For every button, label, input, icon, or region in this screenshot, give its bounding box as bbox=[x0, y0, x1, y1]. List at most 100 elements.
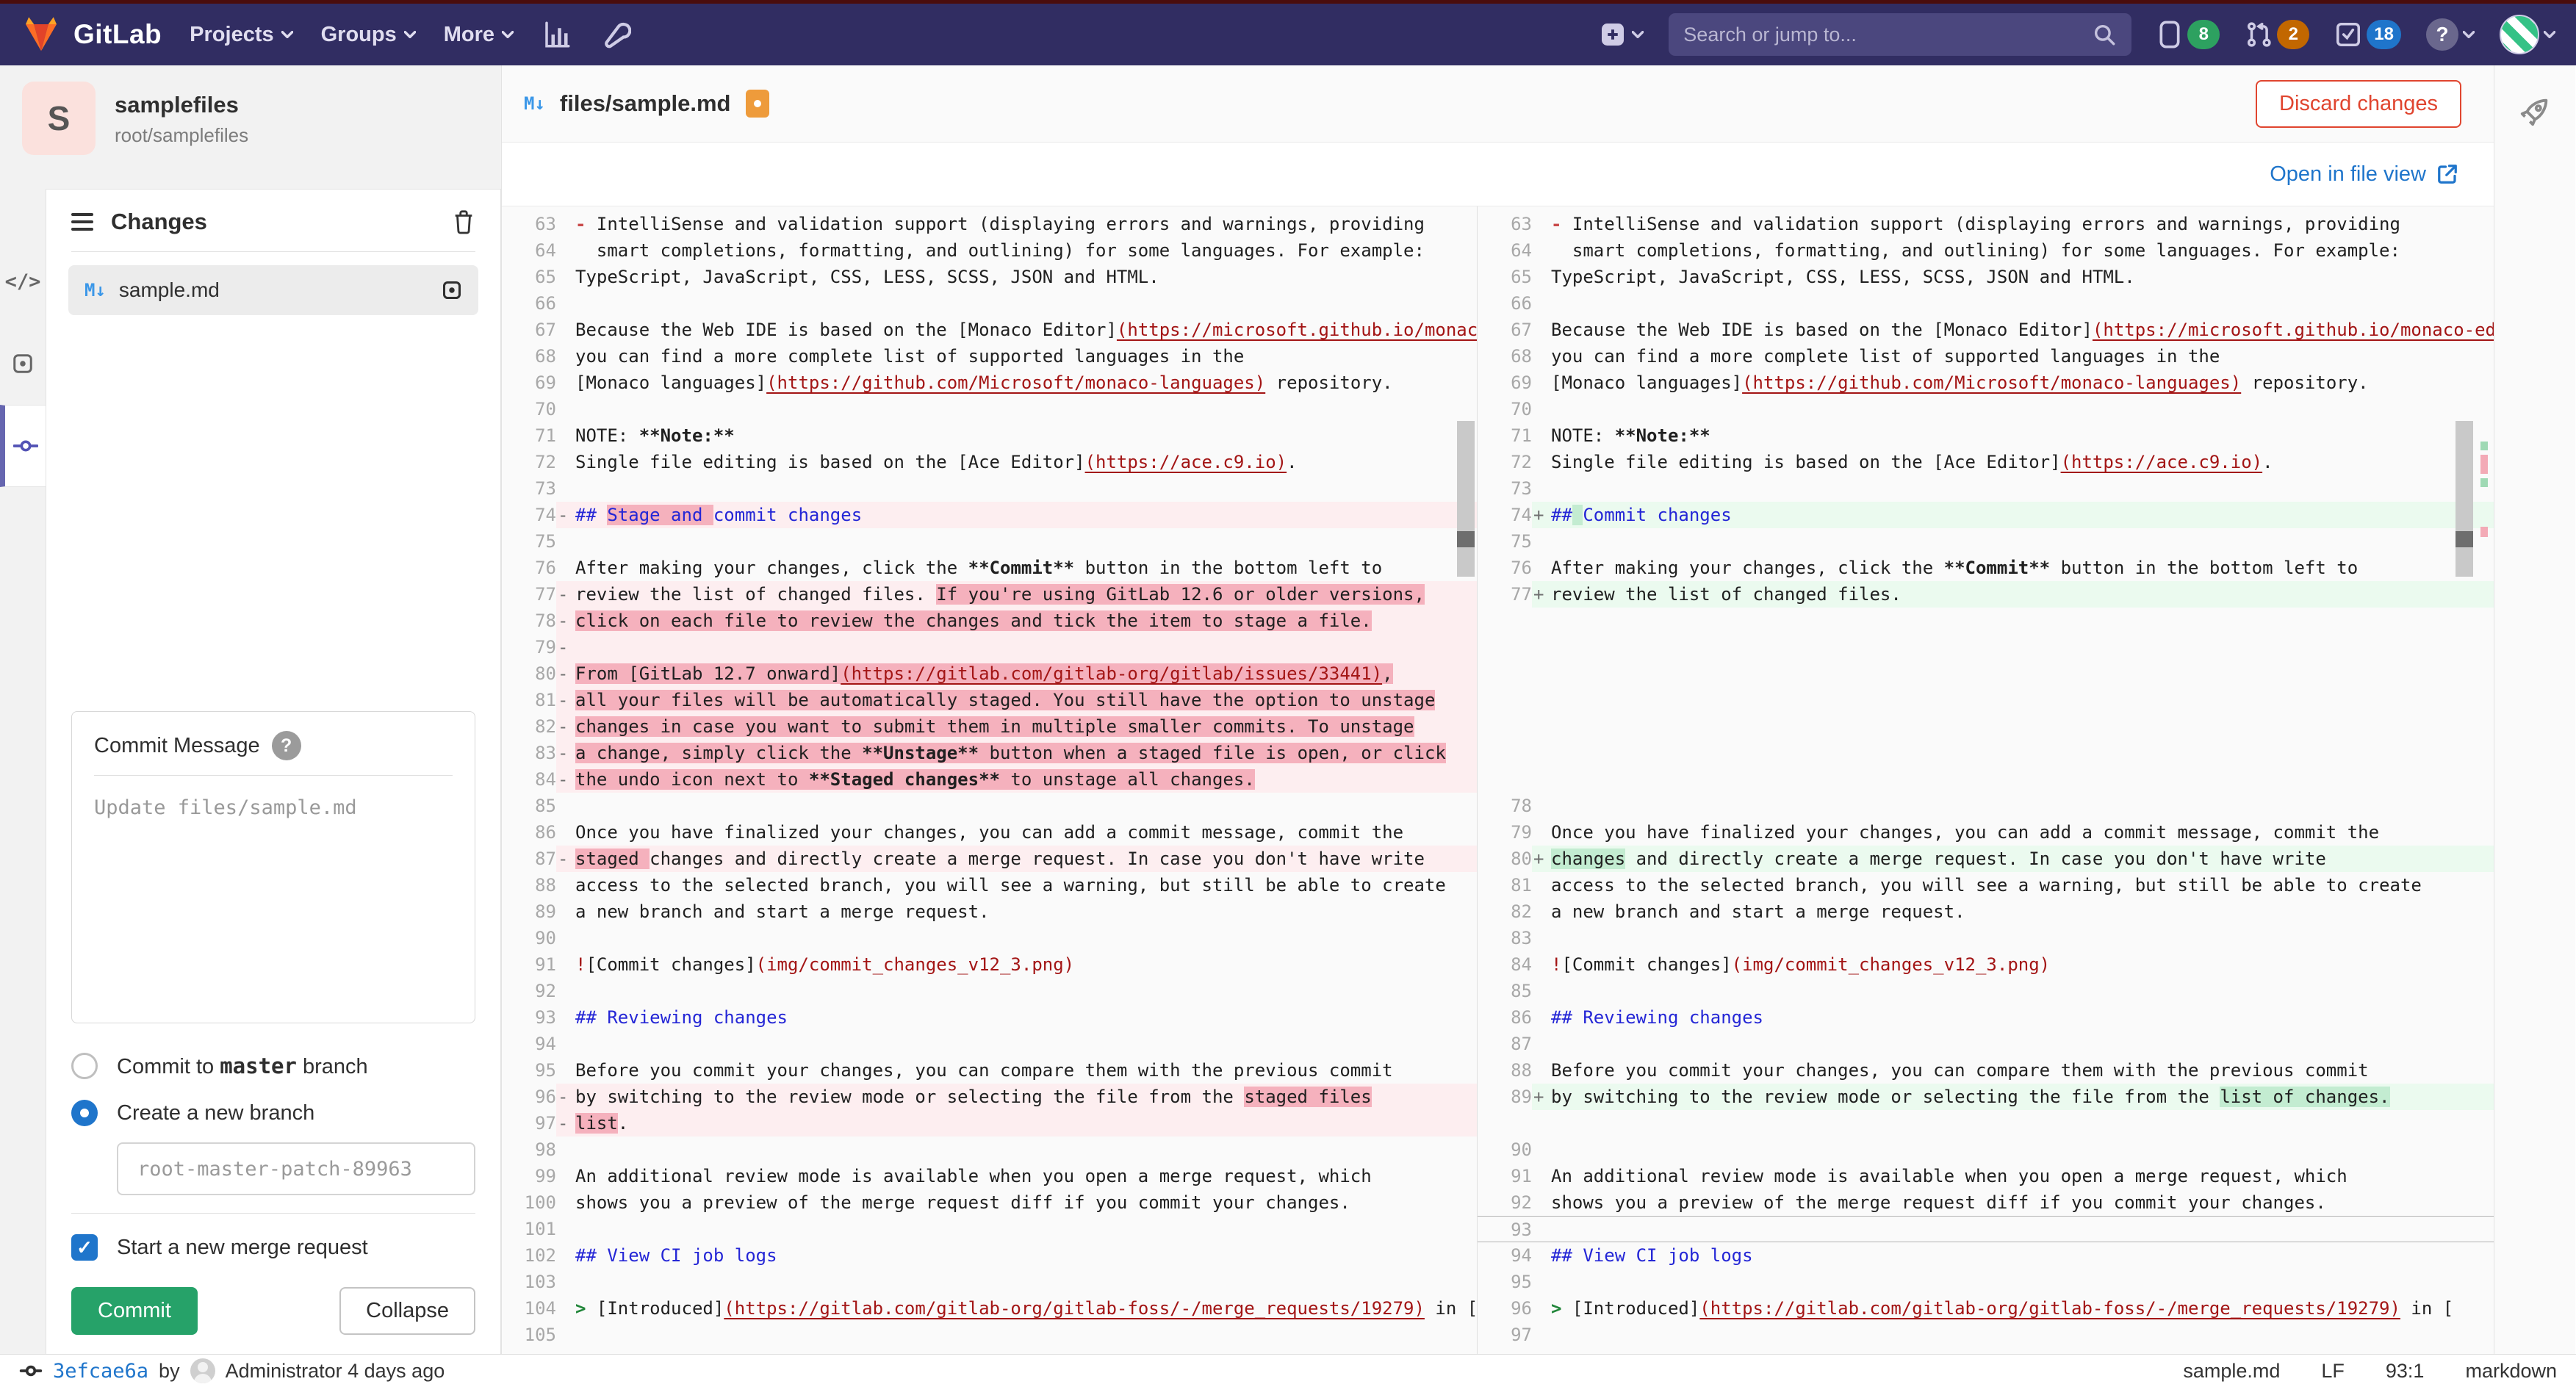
left-pane-scrollbar[interactable] bbox=[1457, 421, 1475, 577]
nav-more[interactable]: More bbox=[444, 23, 514, 47]
admin-wrench-icon[interactable] bbox=[600, 19, 631, 50]
search-input[interactable] bbox=[1683, 24, 2092, 46]
diff-row-modified bbox=[1478, 660, 2494, 687]
discard-all-trash-icon[interactable] bbox=[452, 209, 475, 234]
commit-help-icon[interactable]: ? bbox=[272, 731, 301, 760]
line-number: 79 bbox=[502, 634, 556, 660]
help-menu[interactable]: ? bbox=[2426, 18, 2475, 51]
line-number: 95 bbox=[1478, 1269, 1532, 1295]
status-language[interactable]: markdown bbox=[2465, 1360, 2557, 1383]
diff-row-original: 64 smart completions, formatting, and ou… bbox=[502, 237, 1477, 264]
nav-projects[interactable]: Projects bbox=[190, 23, 292, 47]
diff-row-original: 78-click on each file to review the chan… bbox=[502, 608, 1477, 634]
line-number: 71 bbox=[1478, 422, 1532, 449]
right-pane-scrollbar[interactable] bbox=[2456, 421, 2473, 577]
line-number: 90 bbox=[1478, 1136, 1532, 1163]
diff-row-original: 98 bbox=[502, 1136, 1477, 1163]
checkbox-checked-icon[interactable]: ✓ bbox=[71, 1234, 98, 1261]
todos-shortcut[interactable]: 18 bbox=[2334, 20, 2401, 49]
plus-square-icon bbox=[1600, 21, 1626, 48]
diff-row-original: 72Single file editing is based on the [A… bbox=[502, 449, 1477, 475]
line-number bbox=[1478, 713, 1532, 740]
commit-button[interactable]: Commit bbox=[71, 1287, 198, 1335]
commit-icon bbox=[13, 433, 38, 458]
diff-row-modified: 85 bbox=[1478, 978, 2494, 1004]
global-search[interactable] bbox=[1669, 13, 2131, 56]
search-icon bbox=[2092, 22, 2117, 47]
line-number: 69 bbox=[1478, 370, 1532, 396]
changes-panel: Changes M↓ sample.md bbox=[46, 189, 501, 1354]
line-number: 104 bbox=[502, 1295, 556, 1322]
commit-message-input[interactable]: Update files/sample.md bbox=[72, 776, 475, 840]
merge-requests-count-badge: 2 bbox=[2277, 20, 2309, 49]
rail-commit-mode[interactable] bbox=[0, 405, 46, 487]
line-number: 94 bbox=[1478, 1242, 1532, 1269]
new-branch-name-input[interactable]: root-master-patch-89963 bbox=[117, 1142, 475, 1195]
chevron-down-icon bbox=[2544, 31, 2555, 38]
user-menu[interactable] bbox=[2500, 15, 2555, 54]
analytics-chart-icon[interactable] bbox=[542, 19, 572, 50]
radio-selected-icon[interactable] bbox=[71, 1100, 98, 1126]
rail-review-mode[interactable] bbox=[0, 323, 46, 405]
line-number: 91 bbox=[1478, 1163, 1532, 1189]
line-number: 97 bbox=[1478, 1322, 1532, 1348]
nav-groups[interactable]: Groups bbox=[321, 23, 416, 47]
latest-commit-sha-link[interactable]: 3efcae6a bbox=[53, 1360, 148, 1383]
line-number bbox=[1478, 634, 1532, 660]
line-number: 82 bbox=[502, 713, 556, 740]
commit-to-master-option[interactable]: Commit to master branch bbox=[46, 1042, 500, 1089]
status-cursor-position[interactable]: 93:1 bbox=[2386, 1360, 2425, 1383]
line-number: 75 bbox=[502, 528, 556, 555]
line-number: 74 bbox=[502, 502, 556, 528]
collapse-button[interactable]: Collapse bbox=[339, 1287, 475, 1335]
line-number: 72 bbox=[1478, 449, 1532, 475]
line-number: 86 bbox=[502, 819, 556, 846]
diff-row-original: 84-the undo icon next to **Staged change… bbox=[502, 766, 1477, 793]
line-number: 83 bbox=[502, 740, 556, 766]
project-avatar[interactable]: S bbox=[22, 82, 96, 155]
line-number: 96 bbox=[502, 1084, 556, 1110]
create-new-branch-option[interactable]: Create a new branch bbox=[46, 1089, 500, 1136]
open-in-file-view-link[interactable]: Open in file view bbox=[2270, 162, 2426, 187]
line-number bbox=[1478, 740, 1532, 766]
chevron-down-icon bbox=[404, 31, 416, 38]
line-number: 76 bbox=[502, 555, 556, 581]
status-eol[interactable]: LF bbox=[2321, 1360, 2345, 1383]
diff-row-modified: 81access to the selected branch, you wil… bbox=[1478, 872, 2494, 898]
external-link-icon[interactable] bbox=[2436, 163, 2458, 185]
panel-menu-icon[interactable] bbox=[71, 213, 93, 231]
diff-row-modified: 67Because the Web IDE is based on the [M… bbox=[1478, 317, 2494, 343]
diff-row-original: 101 bbox=[502, 1216, 1477, 1242]
diff-row-original: 69[Monaco languages](https://github.com/… bbox=[502, 370, 1477, 396]
issues-shortcut[interactable]: 8 bbox=[2156, 20, 2220, 49]
merge-requests-shortcut[interactable]: 2 bbox=[2245, 20, 2309, 49]
line-number bbox=[1478, 1110, 1532, 1136]
discard-changes-button[interactable]: Discard changes bbox=[2256, 80, 2461, 128]
rail-edit-mode[interactable]: </> bbox=[0, 240, 46, 323]
project-path: root/samplefiles bbox=[115, 118, 248, 147]
commit-author-line: Administrator 4 days ago bbox=[226, 1360, 445, 1383]
diff-row-original: 86Once you have finalized your changes, … bbox=[502, 819, 1477, 846]
diff-row-modified: 92shows you a preview of the merge reque… bbox=[1478, 1189, 2494, 1216]
radio-unselected-icon[interactable] bbox=[71, 1053, 98, 1079]
diff-row-original: 99An additional review mode is available… bbox=[502, 1163, 1477, 1189]
status-file-name[interactable]: sample.md bbox=[2183, 1360, 2280, 1383]
diff-row-original: 103 bbox=[502, 1269, 1477, 1295]
gitlab-logo-icon bbox=[21, 15, 62, 54]
line-number: 102 bbox=[502, 1242, 556, 1269]
diff-row-original: 63- IntelliSense and validation support … bbox=[502, 211, 1477, 237]
chevron-down-icon bbox=[502, 31, 514, 38]
line-number: 68 bbox=[1478, 343, 1532, 370]
commit-message-box: Commit Message ? Update files/sample.md bbox=[71, 711, 475, 1023]
modified-indicator-icon[interactable] bbox=[442, 280, 462, 300]
review-icon bbox=[12, 353, 34, 375]
diff-row-modified: 77+review the list of changed files. bbox=[1478, 581, 2494, 608]
changed-file-row[interactable]: M↓ sample.md bbox=[68, 265, 478, 315]
gitlab-brand[interactable]: GitLab bbox=[21, 15, 162, 54]
live-preview-rocket-icon[interactable] bbox=[2518, 95, 2552, 1354]
line-number: 79 bbox=[1478, 819, 1532, 846]
start-merge-request-option[interactable]: ✓ Start a new merge request bbox=[46, 1224, 500, 1271]
new-menu-button[interactable] bbox=[1600, 21, 1644, 48]
line-number: 72 bbox=[502, 449, 556, 475]
line-number: 76 bbox=[1478, 555, 1532, 581]
